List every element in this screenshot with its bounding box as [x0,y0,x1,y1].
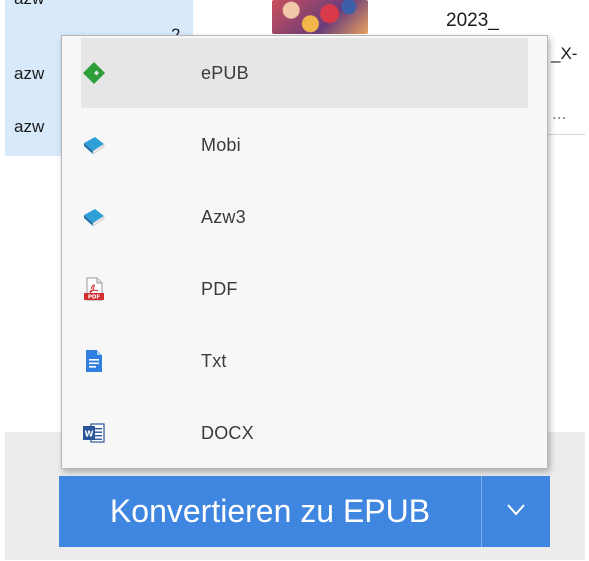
menu-item-mobi[interactable]: Mobi [81,110,528,180]
output-format-menu: ePUB Mobi Azw3 PDF PDF Txt W DOCX [61,35,548,469]
menu-item-label: Txt [201,351,227,371]
epub-icon [81,60,107,86]
menu-item-pdf[interactable]: PDF PDF [81,254,528,324]
filename-ellipsis: ... [552,104,567,123]
list-item-format: azw [14,117,45,136]
menu-item-epub[interactable]: ePUB [81,38,528,108]
menu-item-azw3[interactable]: Azw3 [81,182,528,252]
chevron-down-icon [505,498,527,525]
menu-item-label: ePUB [201,63,249,83]
svg-text:PDF: PDF [88,295,101,301]
menu-item-label: Azw3 [201,207,246,227]
format-dropdown-toggle[interactable] [482,476,550,547]
mobi-book-icon [81,132,107,158]
convert-button[interactable]: Konvertieren zu EPUB [59,476,481,547]
menu-item-txt[interactable]: Txt [81,326,528,396]
convert-button-group: Konvertieren zu EPUB [59,476,550,547]
svg-text:W: W [85,430,94,439]
list-item-format: azw [14,0,44,9]
word-docx-icon: W [81,420,107,446]
menu-item-label: PDF [201,279,238,299]
book-cover-thumbnail [272,0,368,34]
pdf-file-icon: PDF [81,276,107,302]
txt-document-icon [81,348,107,374]
menu-item-docx[interactable]: W DOCX [81,398,528,468]
azw3-book-icon [81,204,107,230]
menu-item-label: DOCX [201,423,254,443]
list-item-format: azw [14,64,45,83]
filename-text: 2023_ [446,10,499,31]
menu-item-label: Mobi [201,135,241,155]
filename-text: _X- [551,44,578,63]
